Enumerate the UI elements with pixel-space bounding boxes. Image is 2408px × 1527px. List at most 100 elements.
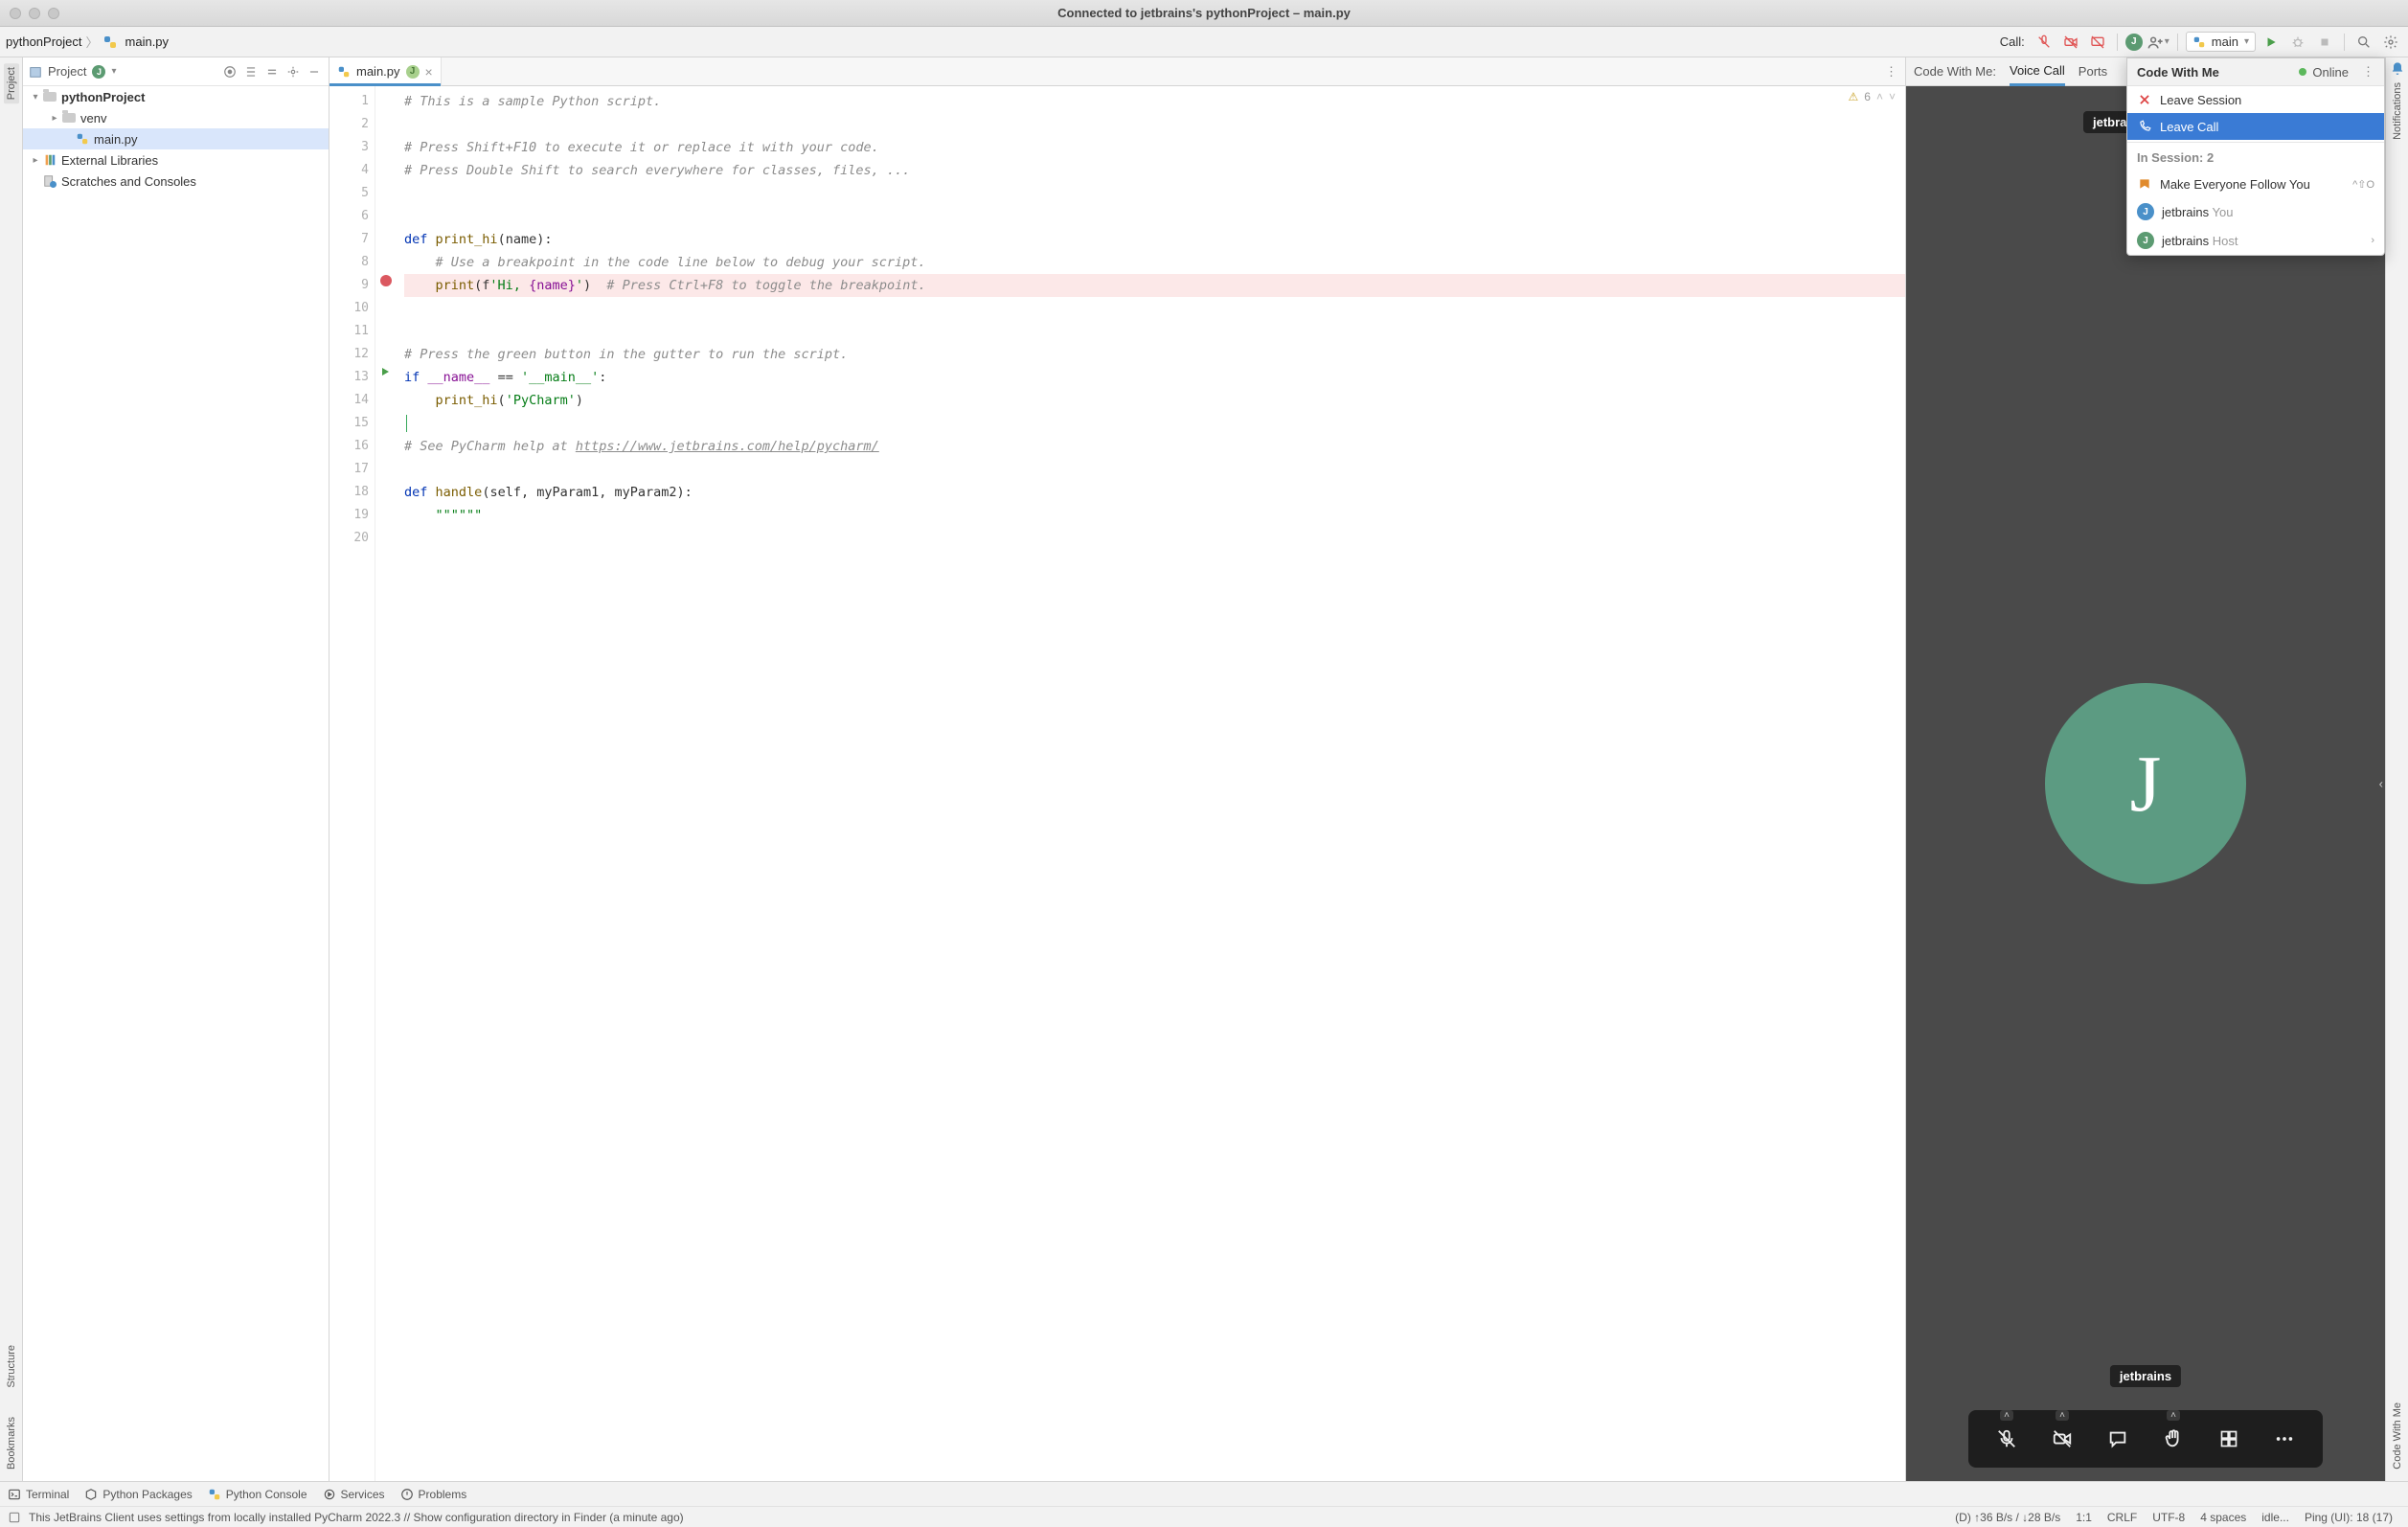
python-console-label: Python Console (226, 1488, 307, 1501)
status-line-ending[interactable]: CRLF (2107, 1511, 2137, 1524)
select-opened-file-button[interactable] (221, 63, 239, 80)
chevron-right-icon: › (2371, 235, 2374, 246)
user-avatar[interactable]: J (2125, 34, 2143, 51)
chevron-up-icon[interactable]: ˄ (2056, 1410, 2069, 1421)
mic-toggle-button[interactable]: ˄ (1989, 1422, 2024, 1456)
hide-panel-button[interactable] (306, 63, 323, 80)
tab-ports[interactable]: Ports (2079, 57, 2107, 86)
problems-label: Problems (419, 1488, 467, 1501)
breadcrumb-file[interactable]: main.py (125, 34, 170, 49)
stripe-notifications[interactable]: Notifications (2392, 82, 2403, 140)
warning-icon: ⚠ (1849, 90, 1859, 103)
chevron-down-icon[interactable]: ˅ (1889, 90, 1896, 103)
editor-tabs: main.py J × ⋮ (329, 57, 1905, 86)
services-button[interactable]: Services (323, 1488, 385, 1501)
session-user-host[interactable]: J jetbrains Host › (2127, 226, 2384, 255)
tree-ext-libs-label: External Libraries (61, 153, 158, 168)
settings-button[interactable] (2379, 31, 2402, 54)
status-idle[interactable]: idle... (2261, 1511, 2289, 1524)
breadcrumb-separator: 〉 (86, 33, 99, 51)
add-user-dropdown[interactable]: ▾ (2147, 31, 2169, 54)
raise-hand-button[interactable]: ˄ (2156, 1422, 2191, 1456)
notifications-button[interactable] (2390, 57, 2405, 77)
warning-count: 6 (1864, 90, 1871, 103)
breadcrumb[interactable]: pythonProject 〉 main.py (6, 33, 169, 51)
terminal-button[interactable]: Terminal (8, 1488, 69, 1501)
editor-tab-main[interactable]: main.py J × (329, 57, 442, 86)
tree-ext-libs[interactable]: ▸ External Libraries (23, 149, 329, 171)
chevron-down-icon[interactable]: ▾ (111, 66, 116, 77)
problems-button[interactable]: Problems (400, 1488, 467, 1501)
project-panel: Project J ▾ ▾ pythonProject ▸ venv (23, 57, 329, 1481)
chevron-up-icon[interactable]: ˄ (1876, 90, 1883, 103)
inspection-widget[interactable]: ⚠ 6 ˄ ˅ (1849, 90, 1896, 103)
status-ping[interactable]: Ping (UI): 18 (17) (2305, 1511, 2393, 1524)
breadcrumb-project[interactable]: pythonProject (6, 34, 82, 49)
tree-scratches[interactable]: Scratches and Consoles (23, 171, 329, 192)
camera-toggle-button[interactable]: ˄ (2045, 1422, 2079, 1456)
call-control-bar: ˄ ˄ ˄ (1968, 1410, 2323, 1468)
leave-call-item[interactable]: Leave Call (2127, 113, 2384, 140)
collapse-panel-button[interactable]: ‹ (2377, 773, 2385, 795)
cwm-popup-header: Code With Me Online ⋮ (2127, 58, 2384, 86)
stripe-project[interactable]: Project (4, 63, 19, 103)
status-encoding[interactable]: UTF-8 (2152, 1511, 2185, 1524)
minimize-window-button[interactable] (29, 8, 40, 19)
chevron-up-icon[interactable]: ˄ (2000, 1410, 2013, 1421)
chevron-up-icon[interactable]: ˄ (2167, 1410, 2180, 1421)
tab-voice-call[interactable]: Voice Call (2010, 57, 2065, 86)
editor-tab-options[interactable]: ⋮ (1877, 64, 1905, 80)
zoom-window-button[interactable] (48, 8, 59, 19)
expand-all-button[interactable] (242, 63, 260, 80)
scratches-icon (42, 173, 57, 189)
stripe-structure[interactable]: Structure (6, 1345, 17, 1388)
chat-button[interactable] (2101, 1422, 2135, 1456)
debug-button[interactable] (2286, 31, 2309, 54)
follow-label: Make Everyone Follow You (2160, 177, 2310, 192)
stripe-bookmarks[interactable]: Bookmarks (6, 1417, 17, 1470)
tree-venv[interactable]: ▸ venv (23, 107, 329, 128)
run-gutter-icon[interactable] (379, 366, 393, 379)
user2-role: Host (2213, 234, 2238, 248)
python-packages-button[interactable]: Python Packages (84, 1488, 192, 1501)
follow-item[interactable]: Make Everyone Follow You ^⇧O (2127, 171, 2384, 197)
services-label: Services (341, 1488, 385, 1501)
leave-session-item[interactable]: Leave Session (2127, 86, 2384, 113)
code-content[interactable]: # This is a sample Python script. # Pres… (398, 86, 1905, 1481)
tree-file-main[interactable]: main.py (23, 128, 329, 149)
editor-body[interactable]: 1234567891011121314151617181920 # This i… (329, 86, 1905, 1481)
breakpoint-icon[interactable] (379, 274, 393, 287)
close-tab-button[interactable]: × (425, 64, 433, 80)
follow-shortcut: ^⇧O (2352, 178, 2374, 191)
gutter-marks[interactable] (375, 86, 398, 1481)
python-console-button[interactable]: Python Console (208, 1488, 307, 1501)
screenshare-off-icon[interactable] (2086, 31, 2109, 54)
tree-root[interactable]: ▾ pythonProject (23, 86, 329, 107)
status-caret-pos[interactable]: 1:1 (2076, 1511, 2092, 1524)
layout-button[interactable] (2212, 1422, 2246, 1456)
editor-area: main.py J × ⋮ 12345678910111213141516171… (329, 57, 1906, 1481)
mic-muted-icon[interactable] (2033, 31, 2056, 54)
separator (2177, 34, 2178, 51)
cwm-popup-title: Code With Me (2137, 65, 2219, 80)
close-window-button[interactable] (10, 8, 21, 19)
status-message[interactable]: This JetBrains Client uses settings from… (29, 1511, 684, 1524)
camera-off-icon[interactable] (2059, 31, 2082, 54)
more-options-button[interactable] (2267, 1422, 2302, 1456)
stop-button[interactable] (2313, 31, 2336, 54)
status-indent[interactable]: 4 spaces (2200, 1511, 2246, 1524)
video-zone: jetbrains J jetbrains ‹ ˄ ˄ ˄ (1906, 86, 2385, 1481)
status-icon[interactable] (8, 1511, 21, 1524)
run-config-selector[interactable]: main ▾ (2186, 32, 2256, 52)
collapse-all-button[interactable] (263, 63, 281, 80)
panel-options-button[interactable] (284, 63, 302, 80)
user2-name: jetbrains (2162, 234, 2209, 248)
python-file-icon (102, 34, 118, 50)
run-button[interactable] (2260, 31, 2283, 54)
stripe-code-with-me[interactable]: Code With Me (2392, 1402, 2403, 1470)
search-button[interactable] (2352, 31, 2375, 54)
project-tree[interactable]: ▾ pythonProject ▸ venv main.py ▸ Externa… (23, 86, 329, 1481)
session-user-you[interactable]: J jetbrains You (2127, 197, 2384, 226)
cwm-popup-options[interactable]: ⋮ (2362, 64, 2374, 80)
status-network[interactable]: (D) ↑36 B/s / ↓28 B/s (1955, 1511, 2060, 1524)
